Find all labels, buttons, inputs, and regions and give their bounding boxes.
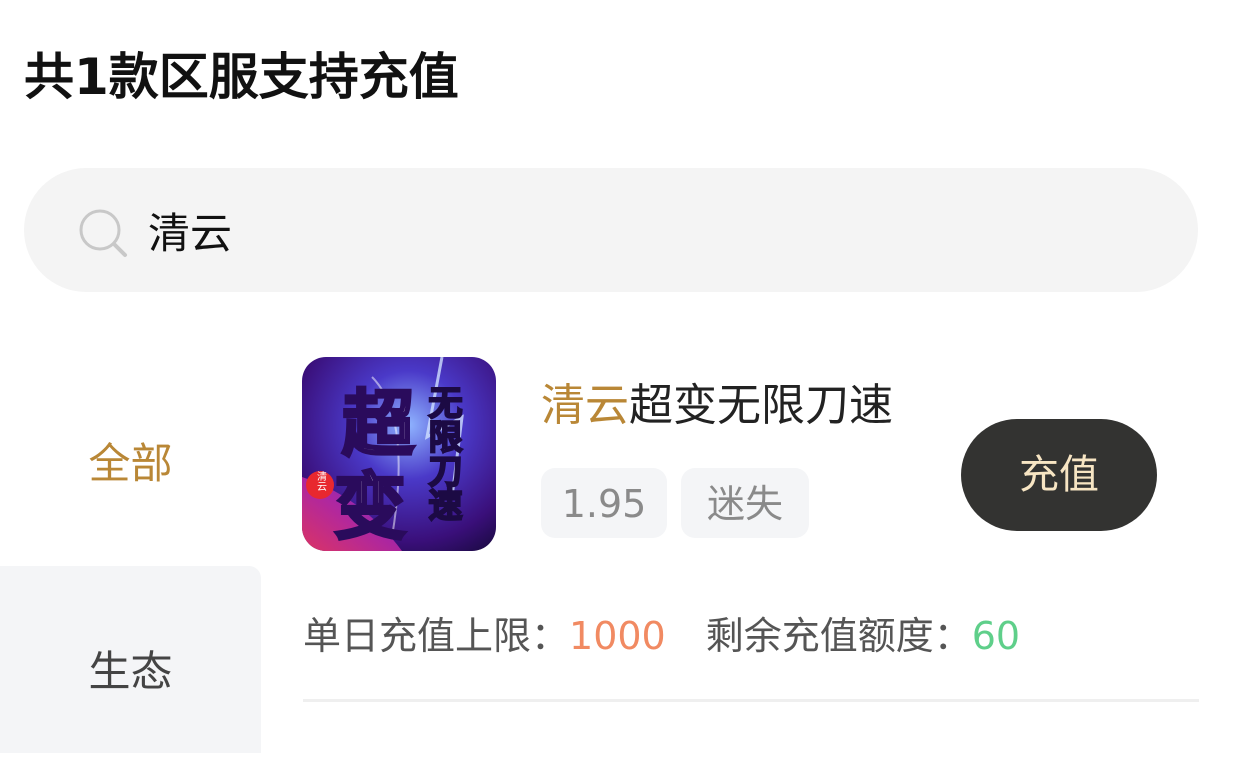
version-tag: 1.95: [541, 468, 667, 538]
game-icon-badge: 清云: [315, 470, 327, 492]
remaining-label: 剩余充值额度：: [705, 614, 972, 658]
recharge-limits: 单日充值上限：1000 剩余充值额度：60: [303, 608, 1020, 664]
page-title: 共1款区服支持充值: [24, 48, 459, 106]
game-icon-subtitle: 无限刀速: [422, 385, 462, 521]
game-icon-char-2: 变: [334, 464, 406, 549]
daily-limit-label: 单日充值上限：: [303, 614, 570, 658]
category-sidebar: 全部 生态: [0, 330, 261, 753]
game-title-rest: 超变无限刀速: [629, 380, 893, 431]
search-input[interactable]: [148, 168, 1148, 292]
game-icon-art: 超 变 无限刀速 清云: [302, 357, 496, 551]
remaining-value: 60: [971, 614, 1021, 658]
genre-tag: 迷失: [681, 468, 809, 538]
search-icon: [79, 209, 127, 257]
daily-limit-value: 1000: [569, 614, 666, 658]
game-icon-image[interactable]: 超 变 无限刀速 清云: [302, 357, 496, 551]
list-divider: [303, 699, 1199, 702]
game-title-highlight: 清云: [541, 380, 629, 431]
game-icon-char-1: 超: [342, 381, 415, 466]
sidebar-item-all[interactable]: 全部: [0, 434, 261, 494]
recharge-button[interactable]: 充值: [961, 419, 1157, 531]
game-title[interactable]: 清云超变无限刀速: [541, 378, 893, 434]
sidebar-item-ecology[interactable]: 生态: [0, 566, 261, 753]
search-bar[interactable]: [24, 168, 1198, 292]
